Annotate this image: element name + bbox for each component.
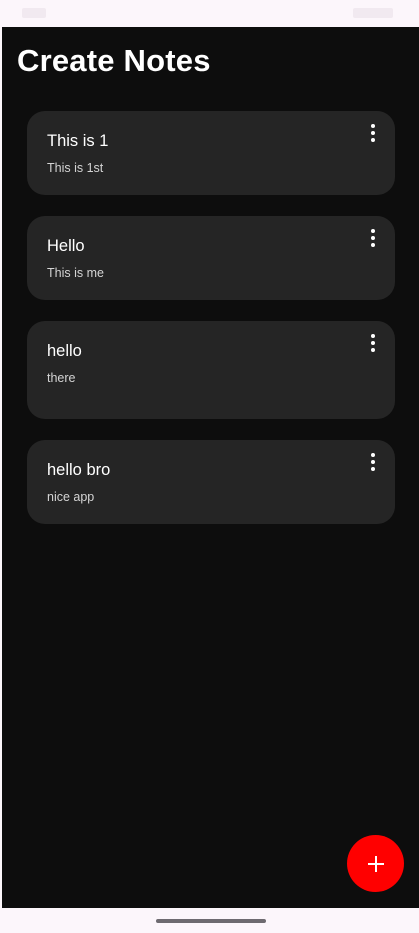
menu-dot bbox=[371, 453, 375, 457]
note-body: there bbox=[47, 371, 76, 385]
note-card[interactable]: Hello This is me bbox=[27, 216, 395, 300]
note-body: nice app bbox=[47, 490, 95, 504]
status-bar bbox=[0, 0, 419, 27]
note-card[interactable]: hello bro nice app bbox=[27, 440, 395, 524]
note-title: This is 1 bbox=[47, 132, 109, 150]
add-note-button[interactable] bbox=[347, 835, 404, 892]
note-card[interactable]: hello there bbox=[27, 321, 395, 419]
navigation-bar bbox=[0, 908, 419, 933]
menu-dot bbox=[371, 243, 375, 247]
note-list: This is 1 This is 1st Hello This is me h… bbox=[27, 111, 395, 545]
menu-dot bbox=[371, 467, 375, 471]
menu-dot bbox=[371, 460, 375, 464]
menu-dot bbox=[371, 229, 375, 233]
note-body: This is 1st bbox=[47, 161, 104, 175]
note-title: hello bro bbox=[47, 461, 111, 479]
menu-dot bbox=[371, 348, 375, 352]
menu-dot bbox=[371, 334, 375, 338]
gesture-handle[interactable] bbox=[156, 919, 266, 923]
status-bar-icons bbox=[353, 8, 393, 18]
menu-dot bbox=[371, 236, 375, 240]
note-title: Hello bbox=[47, 237, 85, 255]
plus-icon bbox=[367, 855, 384, 872]
app-screen: Create Notes This is 1 This is 1st Hello… bbox=[2, 27, 419, 908]
menu-dot bbox=[371, 124, 375, 128]
menu-dot bbox=[371, 138, 375, 142]
more-vertical-icon[interactable] bbox=[368, 229, 378, 247]
status-bar-clock bbox=[22, 8, 46, 18]
menu-dot bbox=[371, 341, 375, 345]
page-title: Create Notes bbox=[17, 43, 211, 78]
more-vertical-icon[interactable] bbox=[368, 453, 378, 471]
more-vertical-icon[interactable] bbox=[368, 334, 378, 352]
note-body: This is me bbox=[47, 266, 104, 280]
note-card[interactable]: This is 1 This is 1st bbox=[27, 111, 395, 195]
more-vertical-icon[interactable] bbox=[368, 124, 378, 142]
note-title: hello bbox=[47, 342, 82, 360]
menu-dot bbox=[371, 131, 375, 135]
